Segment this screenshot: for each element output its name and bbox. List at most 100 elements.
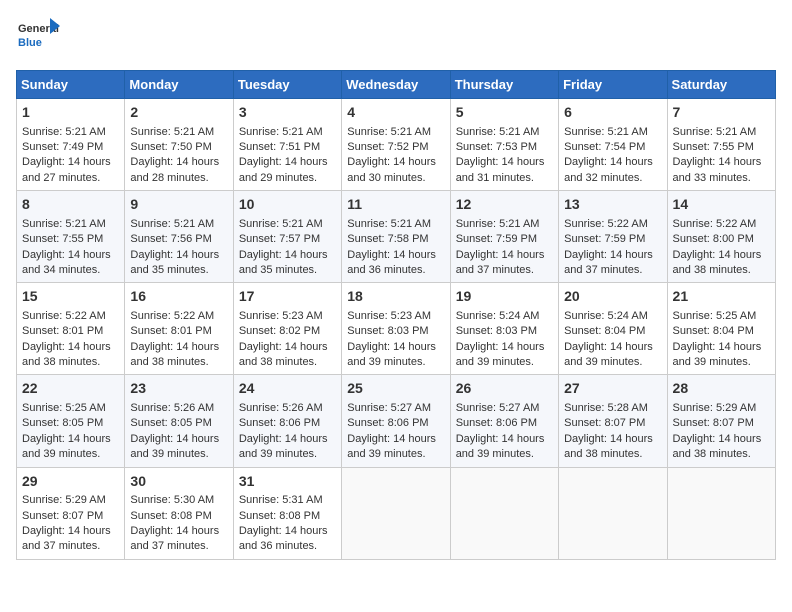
- calendar-cell: 24Sunrise: 5:26 AMSunset: 8:06 PMDayligh…: [233, 375, 341, 467]
- sunset-text: Sunset: 7:54 PM: [564, 141, 645, 153]
- day-header-sunday: Sunday: [17, 71, 125, 99]
- sunset-text: Sunset: 8:01 PM: [22, 325, 103, 337]
- daylight-text: Daylight: 14 hours and 38 minutes.: [22, 341, 111, 368]
- calendar-cell: 14Sunrise: 5:22 AMSunset: 8:00 PMDayligh…: [667, 191, 775, 283]
- day-number: 4: [347, 103, 444, 123]
- sunrise-text: Sunrise: 5:28 AM: [564, 402, 648, 414]
- daylight-text: Daylight: 14 hours and 37 minutes.: [22, 525, 111, 552]
- calendar-cell: 4 Sunrise: 5:21 AM Sunset: 7:52 PM Daylight…: [342, 99, 450, 191]
- sunrise-text: Sunrise: 5:23 AM: [239, 310, 323, 322]
- day-header-thursday: Thursday: [450, 71, 558, 99]
- daylight-text: Daylight: 14 hours and 33 minutes.: [673, 156, 762, 183]
- sunset-text: Sunset: 8:03 PM: [456, 325, 537, 337]
- daylight-text: Daylight: 14 hours and 39 minutes.: [347, 433, 436, 460]
- day-header-saturday: Saturday: [667, 71, 775, 99]
- calendar-week-row: 1Sunrise: 5:21 AMSunset: 7:49 PMDaylight…: [17, 99, 776, 191]
- day-number: 30: [130, 472, 227, 492]
- sunrise-text: Sunrise: 5:21 AM: [673, 126, 757, 138]
- day-number: 17: [239, 287, 336, 307]
- sunrise-text: Sunrise: 5:21 AM: [239, 126, 323, 138]
- daylight-text: Daylight: 14 hours and 29 minutes.: [239, 156, 328, 183]
- daylight-text: Daylight: 14 hours and 39 minutes.: [564, 341, 653, 368]
- sunrise-text: Sunrise: 5:21 AM: [347, 218, 431, 230]
- calendar-cell: 23Sunrise: 5:26 AMSunset: 8:05 PMDayligh…: [125, 375, 233, 467]
- calendar-cell: 28Sunrise: 5:29 AMSunset: 8:07 PMDayligh…: [667, 375, 775, 467]
- sunset-text: Sunset: 7:51 PM: [239, 141, 320, 153]
- daylight-text: Daylight: 14 hours and 39 minutes.: [456, 433, 545, 460]
- calendar-cell: [450, 467, 558, 559]
- sunrise-text: Sunrise: 5:21 AM: [564, 126, 648, 138]
- calendar-cell: 27Sunrise: 5:28 AMSunset: 8:07 PMDayligh…: [559, 375, 667, 467]
- sunset-text: Sunset: 7:59 PM: [456, 233, 537, 245]
- sunset-text: Sunset: 8:06 PM: [347, 417, 428, 429]
- sunset-text: Sunset: 7:58 PM: [347, 233, 428, 245]
- sunset-text: Sunset: 8:07 PM: [22, 510, 103, 522]
- day-header-monday: Monday: [125, 71, 233, 99]
- logo: General Blue: [16, 16, 60, 60]
- sunset-text: Sunset: 8:05 PM: [22, 417, 103, 429]
- sunrise-text: Sunrise: 5:24 AM: [456, 310, 540, 322]
- daylight-text: Daylight: 14 hours and 38 minutes.: [564, 433, 653, 460]
- calendar-cell: 22Sunrise: 5:25 AMSunset: 8:05 PMDayligh…: [17, 375, 125, 467]
- sunrise-text: Sunrise: 5:21 AM: [347, 126, 431, 138]
- sunrise-text: Sunrise: 5:31 AM: [239, 494, 323, 506]
- sunset-text: Sunset: 8:05 PM: [130, 417, 211, 429]
- day-number: 8: [22, 195, 119, 215]
- sunset-text: Sunset: 8:08 PM: [239, 510, 320, 522]
- calendar-cell: 7Sunrise: 5:21 AMSunset: 7:55 PMDaylight…: [667, 99, 775, 191]
- daylight-text: Daylight: 14 hours and 39 minutes.: [130, 433, 219, 460]
- sunset-text: Sunset: 8:08 PM: [130, 510, 211, 522]
- sunset-text: Sunset: 8:04 PM: [673, 325, 754, 337]
- calendar-cell: 31Sunrise: 5:31 AMSunset: 8:08 PMDayligh…: [233, 467, 341, 559]
- sunset-text: Sunset: 7:56 PM: [130, 233, 211, 245]
- calendar-cell: 5Sunrise: 5:21 AMSunset: 7:53 PMDaylight…: [450, 99, 558, 191]
- daylight-text: Daylight: 14 hours and 36 minutes.: [347, 249, 436, 276]
- daylight-text: Daylight: 14 hours and 39 minutes.: [673, 341, 762, 368]
- calendar-table: SundayMondayTuesdayWednesdayThursdayFrid…: [16, 70, 776, 560]
- day-number: 9: [130, 195, 227, 215]
- sunset-text: Sunset: 8:02 PM: [239, 325, 320, 337]
- daylight-text: Daylight: 14 hours and 28 minutes.: [130, 156, 219, 183]
- day-number: 28: [673, 379, 770, 399]
- day-number: 1: [22, 103, 119, 123]
- day-number: 29: [22, 472, 119, 492]
- sunrise-text: Sunrise: 5:26 AM: [130, 402, 214, 414]
- calendar-cell: 18Sunrise: 5:23 AMSunset: 8:03 PMDayligh…: [342, 283, 450, 375]
- calendar-cell: 2Sunrise: 5:21 AMSunset: 7:50 PMDaylight…: [125, 99, 233, 191]
- daylight-text: Daylight: 14 hours and 30 minutes.: [347, 156, 436, 183]
- day-number: 7: [673, 103, 770, 123]
- calendar-cell: 3Sunrise: 5:21 AMSunset: 7:51 PMDaylight…: [233, 99, 341, 191]
- day-number: 14: [673, 195, 770, 215]
- daylight-text: Daylight: 14 hours and 34 minutes.: [22, 249, 111, 276]
- day-header-friday: Friday: [559, 71, 667, 99]
- day-number: 25: [347, 379, 444, 399]
- daylight-text: Daylight: 14 hours and 39 minutes.: [239, 433, 328, 460]
- sunrise-text: Sunrise: 5:22 AM: [22, 310, 106, 322]
- day-number: 12: [456, 195, 553, 215]
- calendar-cell: 16Sunrise: 5:22 AMSunset: 8:01 PMDayligh…: [125, 283, 233, 375]
- sunset-text: Sunset: 7:53 PM: [456, 141, 537, 153]
- day-number: 11: [347, 195, 444, 215]
- sunset-text: Sunset: 7:52 PM: [347, 141, 428, 153]
- sunset-text: Sunset: 8:07 PM: [673, 417, 754, 429]
- sunrise-text: Sunrise: 5:29 AM: [22, 494, 106, 506]
- sunset-text: Sunset: 7:57 PM: [239, 233, 320, 245]
- day-number: 31: [239, 472, 336, 492]
- calendar-cell: 13Sunrise: 5:22 AMSunset: 7:59 PMDayligh…: [559, 191, 667, 283]
- calendar-week-row: 22Sunrise: 5:25 AMSunset: 8:05 PMDayligh…: [17, 375, 776, 467]
- sunrise-text: Sunrise: 5:22 AM: [673, 218, 757, 230]
- daylight-text: Daylight: 14 hours and 37 minutes.: [130, 525, 219, 552]
- sunset-text: Sunset: 7:59 PM: [564, 233, 645, 245]
- day-number: 5: [456, 103, 553, 123]
- calendar-cell: 29 Sunrise: 5:29 AM Sunset: 8:07 PM Dayligh…: [17, 467, 125, 559]
- calendar-cell: 17Sunrise: 5:23 AMSunset: 8:02 PMDayligh…: [233, 283, 341, 375]
- page-header: General Blue: [16, 16, 776, 60]
- sunset-text: Sunset: 8:03 PM: [347, 325, 428, 337]
- day-number: 19: [456, 287, 553, 307]
- daylight-text: Daylight: 14 hours and 31 minutes.: [456, 156, 545, 183]
- day-number: 6: [564, 103, 661, 123]
- calendar-cell: 15Sunrise: 5:22 AMSunset: 8:01 PMDayligh…: [17, 283, 125, 375]
- sunrise-text: Sunrise: 5:21 AM: [239, 218, 323, 230]
- daylight-text: Daylight: 14 hours and 39 minutes.: [347, 341, 436, 368]
- logo-svg: General Blue: [16, 16, 60, 60]
